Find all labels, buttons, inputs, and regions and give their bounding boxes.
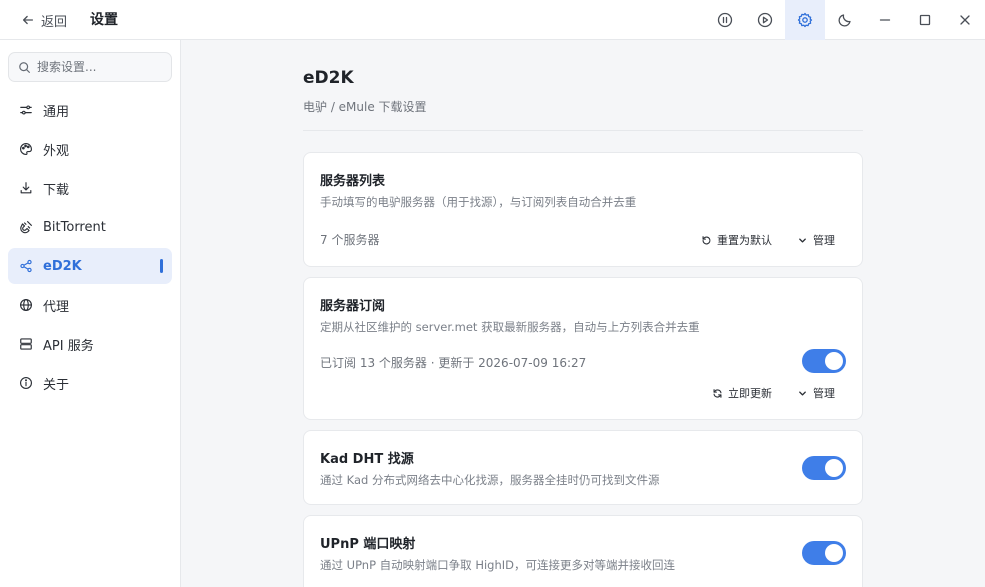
magnet-icon xyxy=(19,220,33,234)
maximize-button[interactable] xyxy=(905,0,945,40)
section-title: eD2K xyxy=(303,68,354,88)
sliders-icon xyxy=(19,103,33,117)
arrow-left-icon xyxy=(21,13,35,27)
refresh-icon xyxy=(712,388,723,399)
theme-toggle-button[interactable] xyxy=(825,0,865,40)
sidebar-item-label: 通用 xyxy=(43,104,70,120)
card-title: 服务器列表 xyxy=(320,174,386,189)
globe-icon xyxy=(19,298,33,312)
close-button[interactable] xyxy=(945,0,985,40)
search-box[interactable] xyxy=(8,52,172,82)
section-subtitle: 电驴 / eMule 下载设置 xyxy=(303,100,427,114)
sidebar-item-proxy[interactable]: 代理 xyxy=(8,287,172,323)
card-description: 定期从社区维护的 server.met 获取最新服务器，自动与上方列表合并去重 xyxy=(320,320,700,334)
reset-default-button[interactable]: 重置为默认 xyxy=(701,232,772,248)
sidebar: 通用 外观 下载 BitTorrent eD2K 代理 API 服 xyxy=(0,40,181,587)
sidebar-item-api-service[interactable]: API 服务 xyxy=(8,326,172,362)
card-description: 通过 UPnP 自动映射端口争取 HighID，可连接更多对等端并接收回连 xyxy=(320,558,676,572)
update-now-label: 立即更新 xyxy=(728,387,772,400)
close-icon xyxy=(957,12,973,28)
settings-content: eD2K 电驴 / eMule 下载设置 服务器列表 手动填写的电驴服务器（用于… xyxy=(181,40,985,587)
card-description: 通过 Kad 分布式网络去中心化找源，服务器全挂时仍可找到文件源 xyxy=(320,473,660,487)
start-all-button[interactable] xyxy=(745,0,785,40)
subscription-status: 已订阅 13 个服务器 · 更新于 2026-07-09 16:27 xyxy=(320,356,587,370)
sidebar-item-label: 外观 xyxy=(43,143,70,159)
settings-button[interactable] xyxy=(785,0,825,40)
server-count: 7 个服务器 xyxy=(320,233,380,247)
sidebar-item-label: 代理 xyxy=(43,299,70,315)
pause-circle-icon xyxy=(717,12,733,28)
info-icon xyxy=(19,376,33,390)
kad-dht-toggle[interactable] xyxy=(802,456,846,480)
card-title: 服务器订阅 xyxy=(320,299,386,314)
manage-label: 管理 xyxy=(813,387,835,400)
minimize-icon xyxy=(877,12,893,28)
pause-all-button[interactable] xyxy=(705,0,745,40)
reset-default-label: 重置为默认 xyxy=(717,234,772,247)
kad-dht-card: Kad DHT 找源 通过 Kad 分布式网络去中心化找源，服务器全挂时仍可找到… xyxy=(303,430,863,505)
server-icon xyxy=(19,337,33,351)
share-icon xyxy=(19,259,33,273)
maximize-icon xyxy=(917,12,933,28)
play-circle-icon xyxy=(757,12,773,28)
back-button[interactable]: 返回 xyxy=(21,10,67,30)
palette-icon xyxy=(19,142,33,156)
gear-icon xyxy=(797,12,813,28)
manage-label: 管理 xyxy=(813,234,835,247)
search-icon xyxy=(18,61,31,74)
minimize-button[interactable] xyxy=(865,0,905,40)
title-bar: 返回 设置 xyxy=(0,0,985,40)
back-label: 返回 xyxy=(41,14,68,30)
chevron-down-icon xyxy=(797,235,808,246)
download-icon xyxy=(19,181,33,195)
manage-subscription-button[interactable]: 管理 xyxy=(797,385,835,401)
sidebar-item-about[interactable]: 关于 xyxy=(8,365,172,401)
server-subscription-card: 服务器订阅 定期从社区维护的 server.met 获取最新服务器，自动与上方列… xyxy=(303,277,863,420)
sidebar-item-general[interactable]: 通用 xyxy=(8,92,172,128)
upnp-toggle[interactable] xyxy=(802,541,846,565)
card-description: 手动填写的电驴服务器（用于找源），与订阅列表自动合并去重 xyxy=(320,195,637,209)
search-input[interactable] xyxy=(37,60,167,74)
sidebar-item-label: API 服务 xyxy=(43,338,94,354)
subscription-toggle[interactable] xyxy=(802,349,846,373)
active-indicator xyxy=(160,259,163,273)
sidebar-item-bittorrent[interactable]: BitTorrent xyxy=(8,209,172,245)
sidebar-item-download[interactable]: 下载 xyxy=(8,170,172,206)
sidebar-item-label: eD2K xyxy=(43,258,82,274)
card-title: Kad DHT 找源 xyxy=(320,452,414,467)
chevron-down-icon xyxy=(797,388,808,399)
sidebar-item-label: 下载 xyxy=(43,182,70,198)
server-list-card: 服务器列表 手动填写的电驴服务器（用于找源），与订阅列表自动合并去重 7 个服务… xyxy=(303,152,863,267)
moon-icon xyxy=(837,12,853,28)
reset-icon xyxy=(701,235,712,246)
manage-servers-button[interactable]: 管理 xyxy=(797,232,835,248)
sidebar-item-ed2k[interactable]: eD2K xyxy=(8,248,172,284)
divider xyxy=(303,130,863,131)
sidebar-item-label: BitTorrent xyxy=(43,219,106,235)
upnp-card: UPnP 端口映射 通过 UPnP 自动映射端口争取 HighID，可连接更多对… xyxy=(303,515,863,587)
sidebar-item-label: 关于 xyxy=(43,377,70,393)
sidebar-item-appearance[interactable]: 外观 xyxy=(8,131,172,167)
page-title: 设置 xyxy=(90,12,118,28)
update-now-button[interactable]: 立即更新 xyxy=(712,385,772,401)
card-title: UPnP 端口映射 xyxy=(320,537,416,552)
